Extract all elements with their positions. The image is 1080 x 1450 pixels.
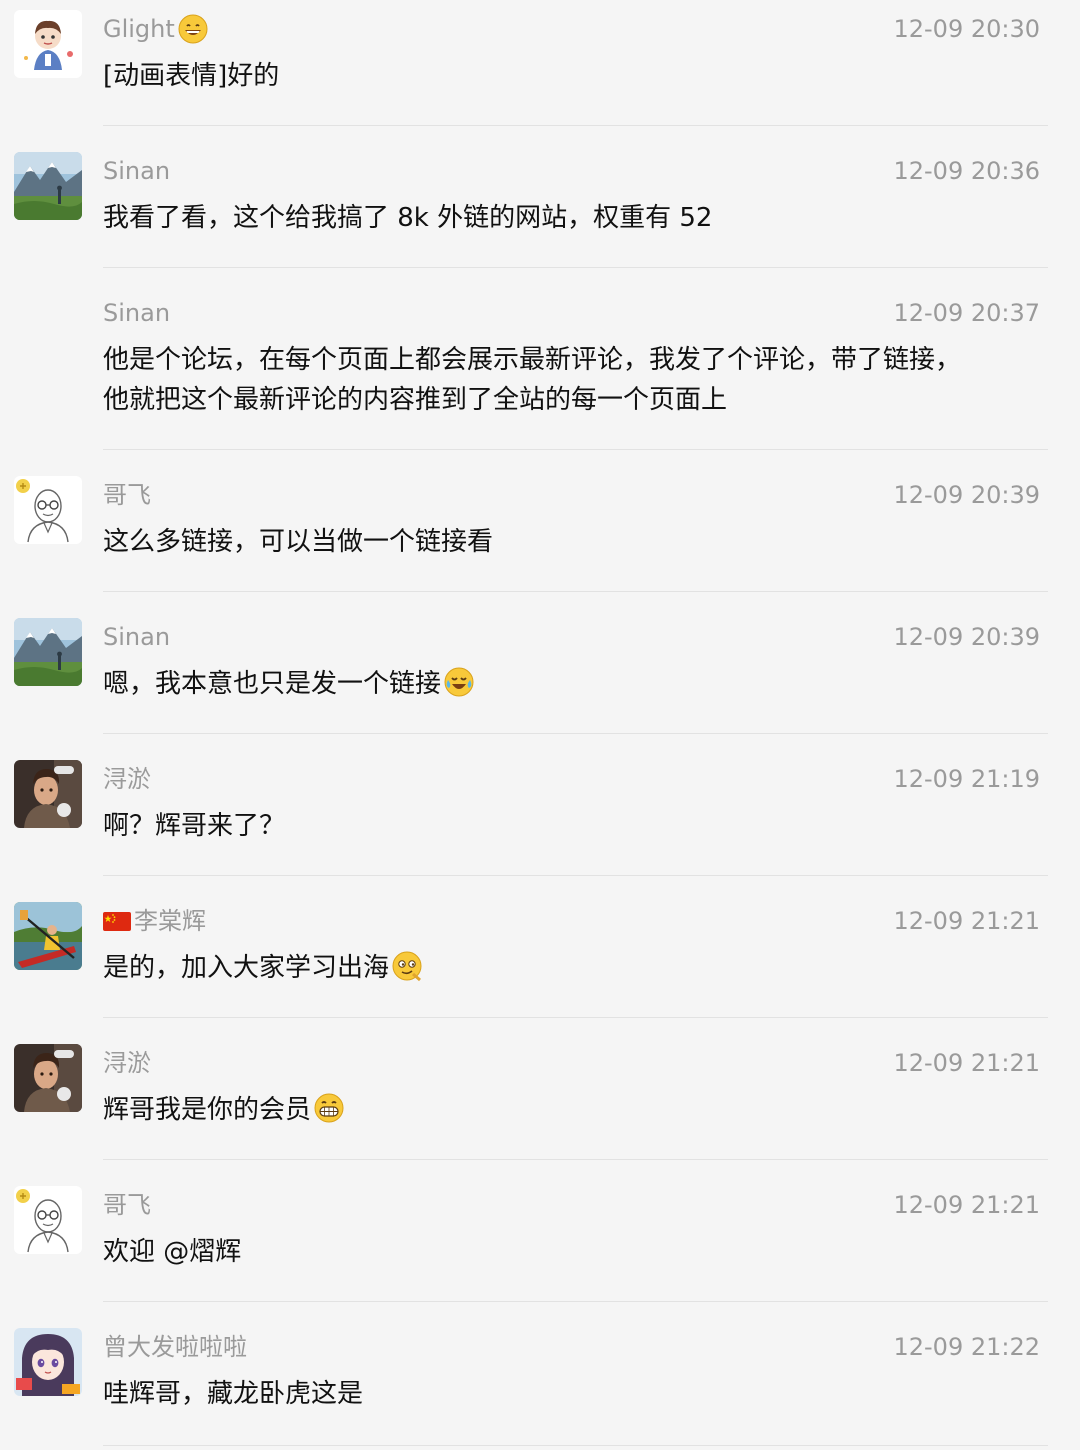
message-text: 哇辉哥，藏龙卧虎这是 xyxy=(103,1379,364,1409)
avatar-glight[interactable] xyxy=(14,10,82,78)
message-divider xyxy=(103,591,1048,592)
sender-name[interactable]: 哥飞 xyxy=(103,478,151,512)
message-divider xyxy=(103,1159,1048,1160)
avatar-zengdafa[interactable] xyxy=(14,1328,82,1396)
big-grin-emoji-icon xyxy=(313,1092,345,1124)
message-text: 是的，加入大家学习出海 xyxy=(103,948,1023,988)
message-divider xyxy=(103,875,1048,876)
bald-man-sketch-avatar-icon xyxy=(14,1186,82,1254)
message-item[interactable]: Sinan 12-09 20:36 我看了看，这个给我搞了 8k 外链的网站，权… xyxy=(0,142,1080,284)
message-item[interactable]: 哥飞 12-09 21:21 欢迎 @熠辉 xyxy=(0,1176,1080,1318)
sender-name[interactable]: 李棠辉 xyxy=(103,904,206,938)
young-man-portrait-avatar-icon xyxy=(14,1044,82,1112)
message-item[interactable]: Glight 12-09 20:30 [动画表情]好的 xyxy=(0,0,1080,142)
message-divider xyxy=(103,1017,1048,1018)
smirk-emoji-icon xyxy=(391,950,423,982)
china-flag-icon xyxy=(103,911,131,931)
message-text: 我看了看，这个给我搞了 8k 外链的网站，权重有 52 xyxy=(103,203,713,233)
kayaking-photo-avatar-icon xyxy=(14,902,82,970)
sender-name[interactable]: Glight xyxy=(103,12,209,46)
avatar-gefei[interactable] xyxy=(14,476,82,544)
message-time: 12-09 20:39 xyxy=(893,481,1040,509)
message-text: 他是个论坛，在每个页面上都会展示最新评论，我发了个评论，带了链接， 他就把这个最… xyxy=(103,345,962,415)
message-item[interactable]: Sinan 12-09 20:39 嗯，我本意也只是发一个链接 xyxy=(0,608,1080,750)
sender-name[interactable]: 哥飞 xyxy=(103,1188,151,1222)
sender-name[interactable]: 曾大发啦啦啦 xyxy=(103,1330,247,1364)
avatar-xunyu[interactable] xyxy=(14,1044,82,1112)
message-time: 12-09 20:30 xyxy=(893,15,1040,43)
message-time: 12-09 20:37 xyxy=(893,299,1040,327)
message-divider xyxy=(103,449,1048,450)
message-time: 12-09 21:22 xyxy=(893,1333,1040,1361)
avatar-xunyu[interactable] xyxy=(14,760,82,828)
message-text: 这么多链接，可以当做一个链接看 xyxy=(103,527,494,557)
sender-name[interactable]: Sinan xyxy=(103,620,170,654)
message-text: 啊？辉哥来了？ xyxy=(103,811,286,841)
message-divider xyxy=(103,1301,1048,1302)
message-item[interactable]: 哥飞 12-09 20:39 这么多链接，可以当做一个链接看 xyxy=(0,466,1080,608)
sender-name[interactable]: Sinan xyxy=(103,296,170,330)
message-text: 欢迎 @熠辉 xyxy=(103,1237,242,1267)
grin-emoji-icon xyxy=(177,13,209,45)
sender-name[interactable]: Sinan xyxy=(103,154,170,188)
cartoon-boy-avatar-icon xyxy=(14,10,82,78)
sender-name[interactable]: 浔淤 xyxy=(103,762,151,796)
message-time: 12-09 21:21 xyxy=(893,907,1040,935)
mountain-landscape-avatar-icon xyxy=(14,618,82,686)
message-divider xyxy=(103,733,1048,734)
avatar-gefei[interactable] xyxy=(14,1186,82,1254)
message-text: 辉哥我是你的会员 xyxy=(103,1090,1023,1130)
message-text: 嗯，我本意也只是发一个链接 xyxy=(103,664,1023,704)
message-item[interactable]: 李棠辉 12-09 21:21 是的，加入大家学习出海 xyxy=(0,892,1080,1034)
message-divider xyxy=(103,267,1048,268)
message-time: 12-09 21:21 xyxy=(893,1191,1040,1219)
bald-man-sketch-avatar-icon xyxy=(14,476,82,544)
message-item[interactable]: 浔淤 12-09 21:21 辉哥我是你的会员 xyxy=(0,1034,1080,1176)
message-item[interactable]: Sinan 12-09 20:37 他是个论坛，在每个页面上都会展示最新评论，我… xyxy=(0,284,1080,466)
message-time: 12-09 21:19 xyxy=(893,765,1040,793)
message-item[interactable]: 浔淤 12-09 21:19 啊？辉哥来了？ xyxy=(0,750,1080,892)
young-man-portrait-avatar-icon xyxy=(14,760,82,828)
chat-message-list: Glight 12-09 20:30 [动画表情]好的 Sinan 12-09 … xyxy=(0,0,1080,1450)
message-time: 12-09 20:39 xyxy=(893,623,1040,651)
anime-girl-avatar-icon xyxy=(14,1328,82,1396)
message-time: 12-09 20:36 xyxy=(893,157,1040,185)
sender-name[interactable]: 浔淤 xyxy=(103,1046,151,1080)
mountain-landscape-avatar-icon xyxy=(14,152,82,220)
message-divider xyxy=(103,125,1048,126)
message-divider xyxy=(103,1445,1048,1446)
message-text: [动画表情]好的 xyxy=(103,61,280,91)
laugh-cry-emoji-icon xyxy=(443,666,475,698)
avatar-sinan[interactable] xyxy=(14,618,82,686)
message-item[interactable]: 曾大发啦啦啦 12-09 21:22 哇辉哥，藏龙卧虎这是 xyxy=(0,1318,1080,1450)
message-time: 12-09 21:21 xyxy=(893,1049,1040,1077)
avatar-litanghui[interactable] xyxy=(14,902,82,970)
avatar-sinan[interactable] xyxy=(14,152,82,220)
